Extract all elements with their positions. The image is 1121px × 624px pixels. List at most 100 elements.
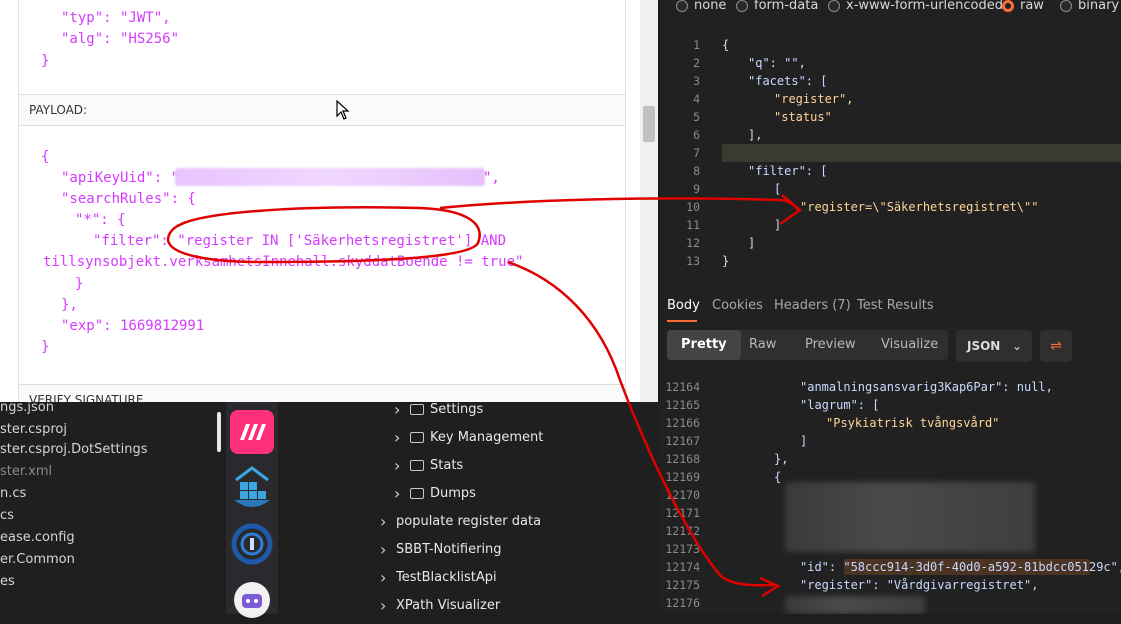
body-type-none[interactable]: none — [676, 0, 726, 13]
chevron-right-icon[interactable]: › — [380, 540, 396, 559]
tab-test-results[interactable]: Test Results — [857, 298, 934, 313]
docker-icon[interactable] — [230, 462, 274, 507]
response-code-line: "anmalningsansvarig3Kap6Par": null, — [800, 380, 1053, 394]
folder-icon — [410, 432, 424, 443]
wrap-lines-button[interactable]: ⇌ — [1040, 330, 1072, 362]
jwt-header-line-typ: "typ": "JWT", — [61, 10, 171, 26]
solution-item[interactable]: ease.config — [0, 530, 75, 545]
line-number: 2 — [693, 56, 700, 70]
solution-item[interactable]: ster.csproj.DotSettings — [0, 442, 147, 457]
request-code-line: "filter": [ — [748, 164, 828, 178]
redacted-block — [785, 482, 1035, 552]
line-number: 12 — [686, 236, 700, 250]
line-number: 12176 — [665, 596, 700, 610]
tree-item[interactable]: › XPath Visualizer — [380, 596, 500, 615]
solution-item[interactable]: es — [0, 574, 15, 589]
jwt-decoder-panel: "typ": "JWT", "alg": "HS256" } PAYLOAD: … — [0, 0, 658, 402]
view-mode-visualize[interactable]: Visualize — [867, 330, 952, 360]
tree-item-label: Settings — [430, 402, 484, 417]
radio-icon[interactable] — [736, 0, 748, 12]
current-line-highlight — [722, 144, 1121, 162]
chevron-right-icon[interactable]: › — [394, 428, 410, 447]
line-number: 12174 — [665, 560, 700, 574]
tree-item-label: SBBT-Notifiering — [396, 542, 502, 557]
request-code-line: "facets": [ — [748, 74, 828, 88]
body-type-label: binary — [1078, 0, 1120, 13]
line-number: 1 — [693, 38, 700, 52]
tree-item[interactable]: › populate register data — [380, 512, 541, 531]
wrap-icon: ⇌ — [1050, 338, 1062, 354]
app-logo-icon[interactable] — [230, 410, 274, 454]
active-tab-underline — [667, 320, 697, 322]
bot-icon[interactable] — [230, 576, 274, 620]
solution-item[interactable]: er.Common — [0, 552, 75, 567]
request-code-line: "q": "", — [748, 56, 806, 70]
chevron-right-icon[interactable]: › — [394, 400, 410, 419]
mouse-cursor-icon — [336, 99, 350, 124]
tree-folder-item[interactable]: › Key Management — [394, 428, 543, 447]
body-type-x-www-form-urlencoded[interactable]: x-www-form-urlencoded — [828, 0, 1003, 13]
format-select[interactable]: JSON ⌄ — [956, 330, 1032, 362]
line-number: 12169 — [665, 470, 700, 484]
radio-icon[interactable] — [676, 0, 688, 12]
body-type-raw[interactable]: raw — [1002, 0, 1044, 13]
radio-icon[interactable] — [1002, 0, 1014, 12]
body-type-binary[interactable]: binary — [1060, 0, 1119, 13]
chevron-right-icon[interactable]: › — [380, 512, 396, 531]
line-number: 9 — [693, 182, 700, 196]
tree-item-label: Key Management — [430, 430, 544, 445]
solution-item[interactable]: cs — [0, 508, 14, 523]
body-type-form-data[interactable]: form-data — [736, 0, 818, 13]
tab-headers-7[interactable]: Headers (7) — [774, 298, 851, 313]
payload-line-close-rules: }, — [61, 297, 78, 313]
body-type-label: none — [694, 0, 727, 13]
solution-item[interactable]: ster.xml — [0, 464, 52, 479]
response-body[interactable]: 12164 "anmalningsansvarig3Kap6Par": null,… — [660, 370, 1121, 614]
chevron-right-icon[interactable]: › — [394, 484, 410, 503]
solution-item[interactable]: n.cs — [0, 486, 26, 501]
solution-item[interactable]: ngs.json — [0, 400, 54, 415]
tree-folder-item[interactable]: › Settings — [394, 400, 483, 419]
body-type-label: form-data — [754, 0, 819, 13]
line-number: 12171 — [665, 506, 700, 520]
chevron-right-icon[interactable]: › — [394, 456, 410, 475]
postman-panel: none form-data x-www-form-urlencoded raw bin… — [660, 0, 1121, 614]
request-code-line: } — [722, 254, 730, 268]
tree-folder-item[interactable]: › Stats — [394, 456, 463, 475]
solution-item[interactable]: ster.csproj — [0, 422, 67, 437]
keycloak-icon[interactable] — [230, 520, 274, 565]
body-type-label: raw — [1020, 0, 1044, 13]
tree-item[interactable]: › TestBlacklistApi — [380, 568, 497, 587]
line-number: 10 — [686, 200, 700, 214]
tree-item-label: XPath Visualizer — [396, 598, 501, 613]
response-tabs: Body Cookies Headers (7) Test Results — [660, 298, 1121, 318]
line-number: 12172 — [665, 524, 700, 538]
view-mode-raw[interactable]: Raw — [735, 330, 790, 360]
chevron-right-icon[interactable]: › — [380, 596, 396, 615]
tree-folder-item[interactable]: › Dumps — [394, 484, 476, 503]
tab-cookies[interactable]: Cookies — [712, 298, 763, 313]
activity-bar — [226, 400, 278, 618]
verify-signature-header: VERIFY SIGNATURE — [19, 384, 625, 402]
view-mode-bar: Pretty Raw Preview Visualize — [667, 330, 948, 360]
payload-line-star: "*": { — [75, 212, 126, 228]
line-number: 6 — [693, 128, 700, 142]
payload-line-1: { — [41, 149, 50, 165]
tab-body[interactable]: Body — [667, 298, 700, 313]
tree-item-label: Stats — [430, 458, 464, 473]
view-mode-preview[interactable]: Preview — [791, 330, 870, 360]
radio-icon[interactable] — [828, 0, 840, 12]
request-code-line: "register=\"Säkerhetsregistret\"" — [800, 200, 1039, 214]
folder-tree: › Settings › Key Management › Stats › Dumps › pop… — [380, 400, 660, 615]
line-number: 12164 — [665, 380, 700, 394]
chevron-right-icon[interactable]: › — [380, 568, 396, 587]
request-code-line: ], — [748, 128, 763, 142]
radio-icon[interactable] — [1060, 0, 1072, 12]
jwt-scrollbar[interactable] — [640, 0, 658, 402]
tree-item[interactable]: › SBBT-Notifiering — [380, 540, 502, 559]
request-code-line: "status" — [774, 110, 832, 124]
view-mode-pretty[interactable]: Pretty — [667, 330, 741, 360]
redacted-block — [785, 596, 925, 614]
jwt-scrollbar-thumb[interactable] — [643, 106, 655, 142]
response-code-line: "lagrum": [ — [800, 398, 880, 412]
